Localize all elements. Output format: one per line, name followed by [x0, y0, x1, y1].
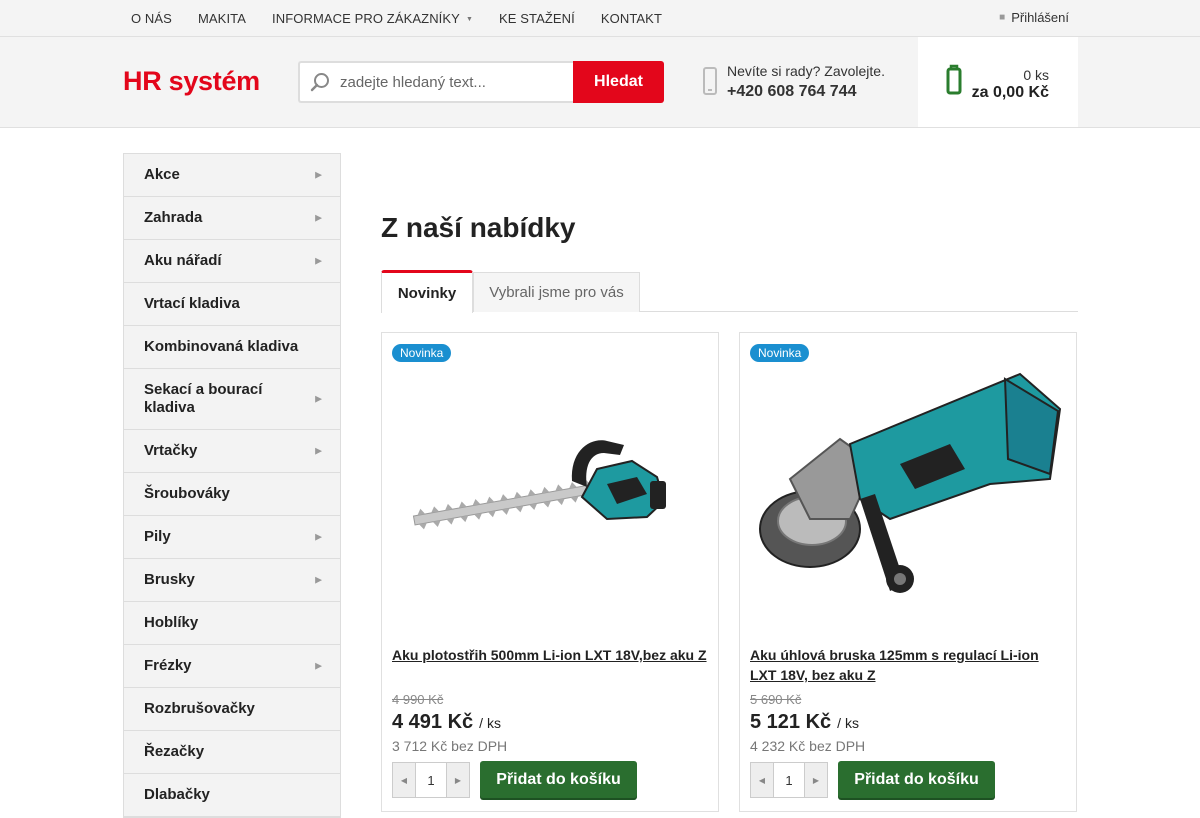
decrease-button[interactable]: ◀: [751, 763, 773, 797]
category-label: Frézky: [144, 657, 192, 674]
increase-button[interactable]: ▶: [805, 763, 827, 797]
product-tabs: Novinky Vybrali jsme pro vás: [381, 270, 1078, 313]
category-label: Pily: [144, 528, 171, 545]
shopping-bag-icon: [946, 63, 962, 101]
category-item-zahrada[interactable]: Zahrada ▶: [124, 197, 340, 240]
chevron-right-icon: ▶: [315, 574, 322, 585]
product-card: Novinka Aku plotostřih 500mm Li-ion LXT …: [381, 332, 719, 812]
category-label: Hoblíky: [144, 614, 199, 631]
nav-link-informace[interactable]: INFORMACE PRO ZÁKAZNÍKY ▼: [272, 11, 473, 26]
decrease-button[interactable]: ◀: [393, 763, 415, 797]
novinka-badge: Novinka: [750, 344, 810, 362]
contact-info: Nevíte si rady? Zavolejte. +420 608 764 …: [727, 63, 885, 101]
quantity-value[interactable]: 1: [773, 763, 805, 797]
chevron-right-icon: ▶: [315, 531, 322, 542]
price-unit: / ks: [837, 715, 859, 731]
category-item-sroubovaky[interactable]: Šroubováky: [124, 473, 340, 516]
user-icon: ■: [999, 11, 1006, 23]
novinka-badge: Novinka: [392, 344, 452, 362]
login-link[interactable]: ■ Přihlášení: [999, 0, 1069, 34]
price: 5 121 Kč / ks: [750, 711, 859, 734]
chevron-right-icon: ▶: [315, 255, 322, 266]
old-price: 4 990 Kč: [392, 692, 444, 707]
category-item-aku-naradi[interactable]: Aku nářadí ▶: [124, 240, 340, 283]
chevron-right-icon: ▶: [315, 660, 322, 671]
top-nav: O NÁS MAKITA INFORMACE PRO ZÁKAZNÍKY ▼ KE…: [131, 0, 688, 37]
product-image-angle-grinder[interactable]: [750, 369, 1066, 629]
cart-quantity: 0 ks: [1023, 67, 1049, 83]
nav-link-informace-label: INFORMACE PRO ZÁKAZNÍKY: [272, 11, 460, 26]
category-item-akce[interactable]: Akce ▶: [124, 154, 340, 197]
old-price: 5 690 Kč: [750, 692, 802, 707]
search-button[interactable]: Hledat: [573, 61, 664, 103]
product-image-hedge-trimmer[interactable]: [392, 369, 708, 629]
contact-question: Nevíte si rady? Zavolejte.: [727, 63, 885, 79]
category-item-frezky[interactable]: Frézky ▶: [124, 645, 340, 688]
price: 4 491 Kč / ks: [392, 711, 501, 734]
category-label: Akce: [144, 166, 180, 183]
nav-link-o-nas[interactable]: O NÁS: [131, 11, 172, 26]
category-sidebar: Akce ▶ Zahrada ▶ Aku nářadí ▶ Vrtací kladiv…: [123, 153, 341, 818]
logo[interactable]: HR systém: [123, 66, 260, 97]
phone-icon: [703, 67, 717, 102]
product-card: Novinka Aku úhlová bruska 125mm s regula…: [739, 332, 1077, 812]
add-to-cart-button[interactable]: Přidat do košíku: [480, 761, 637, 798]
category-item-hobliky[interactable]: Hoblíky: [124, 602, 340, 645]
category-item-rozbrusovacky[interactable]: Rozbrušovačky: [124, 688, 340, 731]
search-field: [298, 61, 573, 103]
price-value: 5 121 Kč: [750, 711, 832, 733]
product-name-link[interactable]: Aku plotostřih 500mm Li-ion LXT 18V,bez …: [392, 645, 710, 665]
nav-link-ke-stazeni[interactable]: KE STAŽENÍ: [499, 11, 575, 26]
quantity-stepper: ◀ 1 ▶: [392, 762, 470, 798]
category-label: Brusky: [144, 571, 195, 588]
category-label: Vrtačky: [144, 442, 198, 459]
category-label: Aku nářadí: [144, 252, 222, 269]
price-unit: / ks: [479, 715, 501, 731]
net-price: 3 712 Kč bez DPH: [392, 738, 508, 754]
chevron-right-icon: ▶: [315, 212, 322, 223]
category-item-pily[interactable]: Pily ▶: [124, 516, 340, 559]
category-item-dlabacky[interactable]: Dlabačky: [124, 774, 340, 817]
category-label: Zahrada: [144, 209, 203, 226]
category-label: Šroubováky: [144, 485, 230, 502]
login-label: Přihlášení: [1011, 9, 1069, 25]
category-item-kombinovana-kladiva[interactable]: Kombinovaná kladiva: [124, 326, 340, 369]
top-bar: O NÁS MAKITA INFORMACE PRO ZÁKAZNÍKY ▼ KE…: [0, 0, 1200, 37]
category-label: Sekací a bourací kladiva: [144, 381, 263, 416]
quantity-value[interactable]: 1: [415, 763, 447, 797]
increase-button[interactable]: ▶: [447, 763, 469, 797]
quantity-stepper: ◀ 1 ▶: [750, 762, 828, 798]
chevron-right-icon: ▶: [315, 169, 322, 180]
nav-link-kontakt[interactable]: KONTAKT: [601, 11, 662, 26]
category-label: Vrtací kladiva: [144, 295, 240, 312]
tab-novinky[interactable]: Novinky: [381, 270, 473, 313]
category-item-vrtacky[interactable]: Vrtačky ▶: [124, 430, 340, 473]
search-input[interactable]: [340, 73, 560, 91]
category-item-rezacky[interactable]: Řezačky: [124, 731, 340, 774]
category-label: Řezačky: [144, 743, 205, 760]
net-price: 4 232 Kč bez DPH: [750, 738, 866, 754]
product-name-link[interactable]: Aku úhlová bruska 125mm s regulací Li-io…: [750, 645, 1068, 685]
search-form: Hledat: [298, 61, 664, 103]
category-item-sekaci-kladiva[interactable]: Sekací a bourací kladiva ▶: [124, 369, 340, 430]
price-value: 4 491 Kč: [392, 711, 474, 733]
section-heading: Z naší nabídky: [381, 212, 576, 243]
chevron-right-icon: ▶: [315, 445, 322, 456]
cart-widget[interactable]: 0 ks za 0,00 Kč: [918, 37, 1078, 127]
tab-vybrali-jsme[interactable]: Vybrali jsme pro vás: [473, 272, 640, 312]
category-item-brusky[interactable]: Brusky ▶: [124, 559, 340, 602]
category-label: Rozbrušovačky: [144, 700, 255, 717]
cart-total: za 0,00 Kč: [971, 84, 1049, 101]
category-label: Kombinovaná kladiva: [144, 338, 299, 355]
category-label: Dlabačky: [144, 786, 210, 803]
nav-link-makita[interactable]: MAKITA: [198, 11, 246, 26]
category-item-vrtaci-kladiva[interactable]: Vrtací kladiva: [124, 283, 340, 326]
header: HR systém Hledat Nevíte si rady? Zavolej…: [0, 37, 1200, 128]
chevron-right-icon: ▶: [315, 393, 322, 404]
chevron-down-icon: ▼: [465, 16, 473, 24]
add-to-cart-button[interactable]: Přidat do košíku: [838, 761, 995, 798]
contact-phone[interactable]: +420 608 764 744: [727, 83, 885, 101]
search-icon: [300, 71, 340, 93]
